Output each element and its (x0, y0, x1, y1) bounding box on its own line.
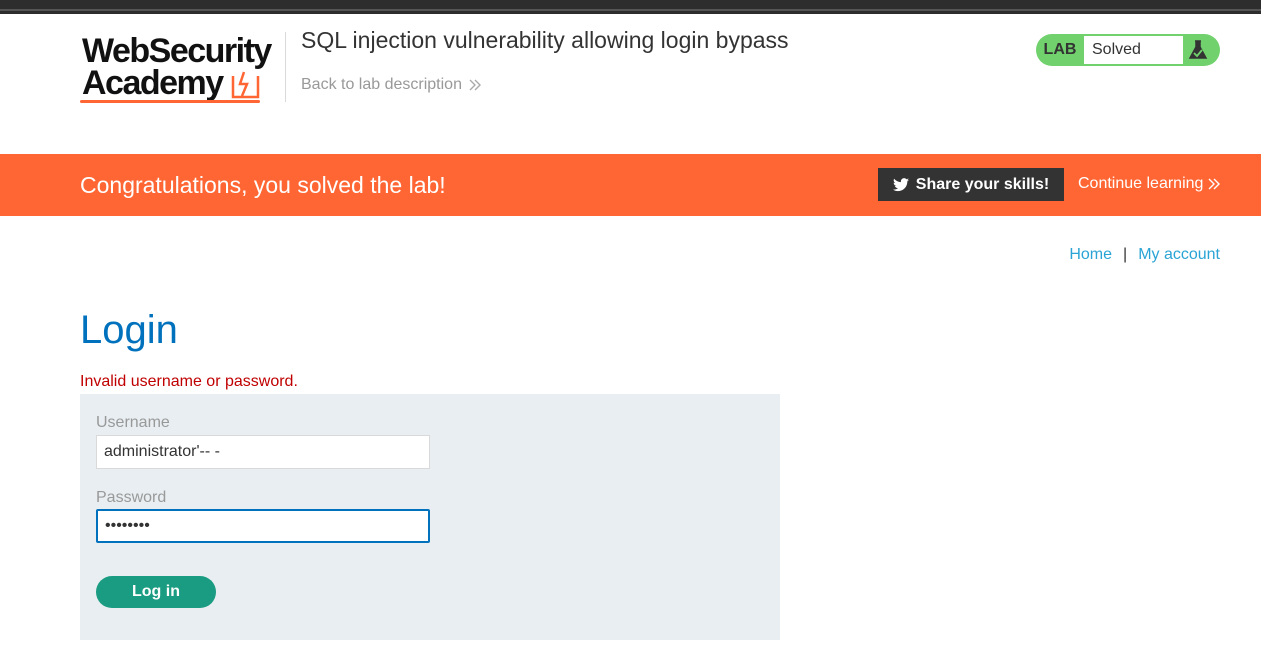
login-button[interactable]: Log in (96, 576, 216, 608)
lab-title: SQL injection vulnerability allowing log… (301, 27, 789, 53)
lab-badge-label: LAB (1043, 41, 1077, 58)
congratulations-message: Congratulations, you solved the lab! (80, 172, 446, 198)
continue-learning-link[interactable]: Continue learning (1078, 175, 1221, 193)
lab-badge-status: Solved (1084, 36, 1183, 64)
page-title: Login (80, 308, 178, 352)
login-error-message: Invalid username or password. (80, 373, 298, 390)
solved-banner: Congratulations, you solved the lab! Sha… (0, 154, 1261, 216)
logo-line-2: Academy (82, 64, 224, 102)
double-chevron-right-icon (469, 79, 481, 91)
top-navigation: Home | My account (1069, 246, 1220, 264)
twitter-icon (892, 177, 909, 191)
logo-underline (80, 100, 260, 103)
back-to-lab-description-link[interactable]: Back to lab description (301, 76, 482, 94)
double-chevron-right-icon (1208, 178, 1221, 190)
browser-top-bar (0, 0, 1261, 14)
lab-status-badge: LAB Solved (1036, 34, 1220, 66)
top-bar-line (0, 9, 1261, 11)
share-button-label: Share your skills! (915, 175, 1050, 193)
web-security-academy-logo[interactable]: WebSecurity Academy (80, 32, 280, 104)
header-divider (285, 32, 286, 102)
share-skills-button[interactable]: Share your skills! (878, 168, 1064, 201)
lab-header: WebSecurity Academy SQL injection vulner… (0, 14, 1261, 154)
logo-line-1: WebSecurity (82, 32, 272, 70)
password-label: Password (96, 489, 167, 506)
password-input[interactable] (96, 509, 430, 543)
flask-icon (1188, 40, 1208, 59)
continue-link-label: Continue learning (1078, 175, 1204, 192)
username-label: Username (96, 414, 170, 431)
logo-lightning-icon (231, 71, 260, 99)
nav-home-link[interactable]: Home (1069, 246, 1112, 264)
nav-my-account-link[interactable]: My account (1138, 246, 1220, 264)
nav-separator: | (1123, 246, 1128, 263)
login-form: Username Password Log in (80, 394, 780, 640)
username-input[interactable] (96, 435, 430, 469)
back-link-label: Back to lab description (301, 76, 462, 93)
